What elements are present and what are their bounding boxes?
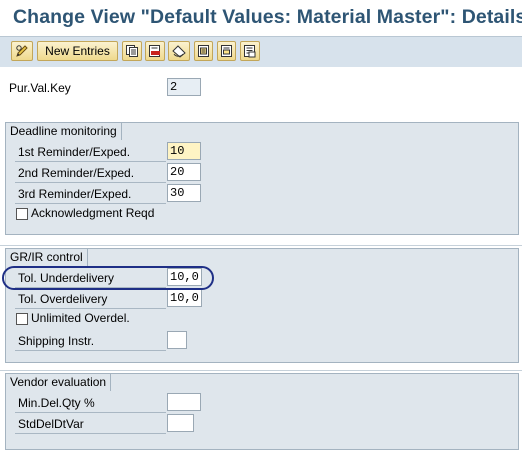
deadline-monitoring-title: Deadline monitoring — [5, 122, 122, 140]
reminder1-label: 1st Reminder/Exped. — [15, 143, 166, 162]
select-block-icon — [220, 44, 234, 58]
tol-overdelivery-label: Tol. Overdelivery — [15, 290, 166, 309]
deadline-monitoring-group: Deadline monitoring 1st Reminder/Exped. … — [5, 122, 519, 235]
delete-icon — [148, 44, 162, 58]
std-del-dt-var-field[interactable] — [167, 414, 194, 432]
pur-val-key-label: Pur.Val.Key — [9, 81, 71, 95]
select-block-button[interactable] — [217, 41, 236, 61]
vendor-evaluation-title: Vendor evaluation — [5, 373, 112, 391]
new-entries-label: New Entries — [45, 44, 110, 58]
page-title: Change View "Default Values: Material Ma… — [13, 6, 522, 28]
group-divider — [0, 245, 522, 246]
select-all-icon — [197, 44, 211, 58]
undo-change-button[interactable] — [168, 41, 190, 61]
new-entries-button[interactable]: New Entries — [37, 41, 118, 61]
grir-control-group: GR/IR control Tol. Underdelivery 10,0 To… — [5, 248, 519, 363]
reminder3-field[interactable]: 30 — [167, 184, 201, 202]
shipping-instr-field[interactable] — [167, 331, 187, 349]
undo-change-icon — [171, 44, 187, 58]
tol-underdelivery-field[interactable]: 10,0 — [167, 268, 202, 286]
std-del-dt-var-label: StdDelDtVar — [15, 415, 166, 434]
title-bar: Change View "Default Values: Material Ma… — [0, 0, 522, 36]
unlimited-overdel-label: Unlimited Overdel. — [31, 311, 130, 325]
acknowledgment-reqd-checkbox[interactable] — [16, 208, 28, 220]
display-change-icon — [15, 44, 29, 58]
detail-screen: Pur.Val.Key 2 Deadline monitoring 1st Re… — [0, 67, 522, 450]
copy-button[interactable] — [122, 41, 142, 61]
reminder2-field[interactable]: 20 — [167, 163, 201, 181]
group-divider — [0, 370, 522, 371]
delete-button[interactable] — [145, 41, 165, 61]
reminder3-label: 3rd Reminder/Exped. — [15, 185, 166, 204]
display-change-button[interactable] — [11, 41, 33, 61]
tol-overdelivery-field[interactable]: 10,0 — [167, 289, 202, 307]
pur-val-key-field: 2 — [167, 78, 201, 96]
reminder1-field[interactable]: 10 — [167, 142, 201, 160]
min-del-qty-field[interactable] — [167, 393, 201, 411]
shipping-instr-label: Shipping Instr. — [15, 332, 166, 351]
min-del-qty-label: Min.Del.Qty % — [15, 394, 166, 413]
acknowledgment-reqd-label: Acknowledgment Reqd — [31, 206, 155, 220]
unlimited-overdel-checkbox[interactable] — [16, 313, 28, 325]
tol-underdelivery-label: Tol. Underdelivery — [15, 269, 166, 288]
vendor-evaluation-group: Vendor evaluation Min.Del.Qty % StdDelDt… — [5, 373, 519, 450]
reminder2-label: 2nd Reminder/Exped. — [15, 164, 166, 183]
grir-control-title: GR/IR control — [5, 248, 88, 266]
application-toolbar: New Entries — [0, 36, 522, 68]
select-all-button[interactable] — [194, 41, 213, 61]
copy-icon — [125, 44, 139, 58]
deselect-all-icon — [243, 44, 257, 58]
deselect-all-button[interactable] — [240, 41, 260, 61]
